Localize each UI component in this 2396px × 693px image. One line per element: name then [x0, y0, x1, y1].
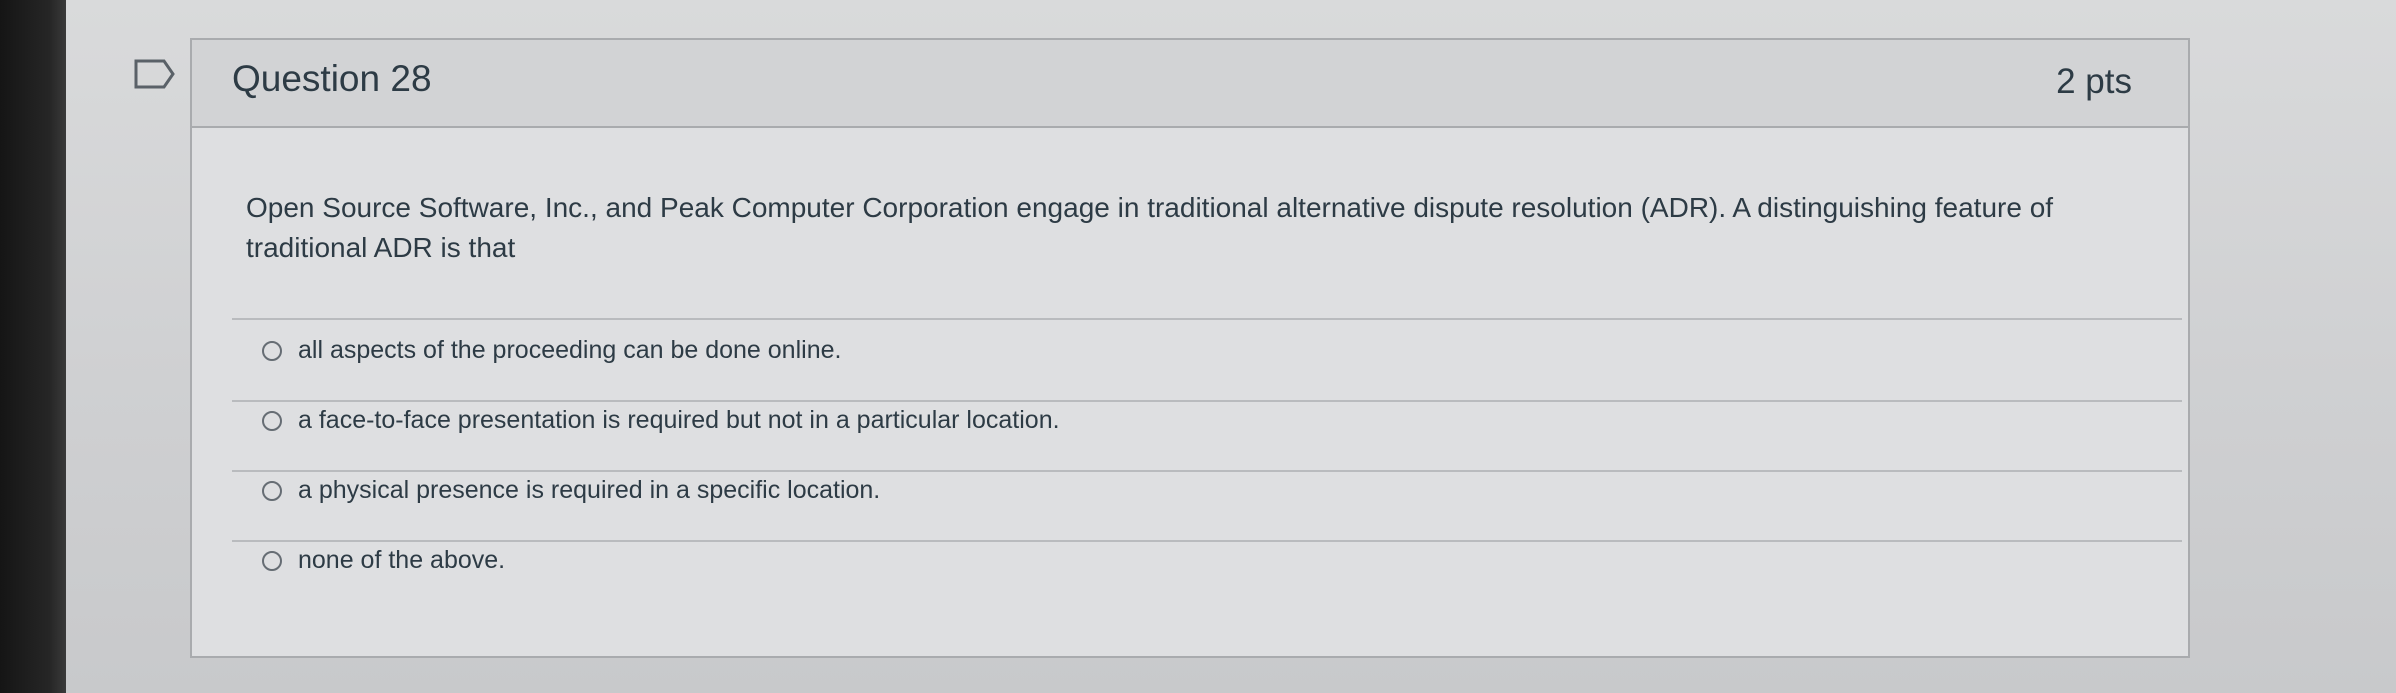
question-points: 2 pts	[2056, 62, 2132, 101]
radio-button-icon[interactable]	[262, 480, 282, 501]
radio-button-icon[interactable]	[262, 550, 282, 571]
answer-option-1-label: all aspects of the proceeding can be don…	[298, 336, 842, 364]
answer-divider	[232, 400, 2182, 402]
answer-option-2-label: a face-to-face presentation is required …	[298, 406, 1060, 434]
radio-button-icon[interactable]	[262, 410, 282, 431]
question-header: Question 28 2 pts	[192, 40, 2188, 128]
answer-option-3[interactable]: a physical presence is required in a spe…	[262, 476, 880, 505]
answer-option-2[interactable]: a face-to-face presentation is required …	[262, 406, 1060, 435]
question-card: Question 28 2 pts Open Source Software, …	[190, 38, 2190, 658]
radio-button-icon[interactable]	[262, 340, 282, 361]
flag-icon[interactable]	[133, 58, 177, 90]
question-text: Open Source Software, Inc., and Peak Com…	[246, 192, 2054, 263]
answer-divider	[232, 540, 2182, 542]
answer-option-4-label: none of the above.	[298, 546, 506, 574]
question-title: Question 28	[232, 58, 432, 99]
screen-bezel	[0, 0, 66, 693]
answer-option-4[interactable]: none of the above.	[262, 546, 505, 575]
answer-option-3-label: a physical presence is required in a spe…	[298, 476, 881, 504]
answer-divider	[232, 318, 2182, 320]
answer-option-1[interactable]: all aspects of the proceeding can be don…	[262, 336, 841, 365]
answer-divider	[232, 470, 2182, 472]
